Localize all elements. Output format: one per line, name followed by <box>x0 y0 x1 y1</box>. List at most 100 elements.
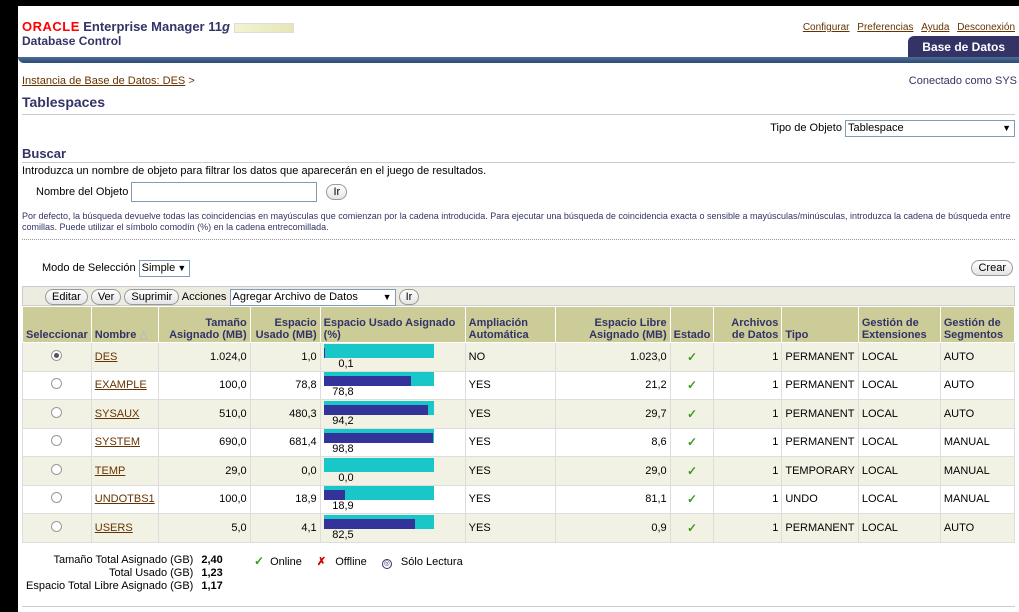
breadcrumb-instance-link[interactable]: Instancia de Base de Datos: DES <box>22 75 185 87</box>
link-ayuda[interactable]: Ayuda <box>921 22 949 33</box>
row-status: ✓ <box>669 484 715 514</box>
row-used: 1,0 <box>249 342 321 372</box>
row-type: TEMPORARY <box>781 456 859 486</box>
row-used-pct: 98,8 <box>319 427 466 457</box>
files-value: 1 <box>772 464 779 477</box>
row-select[interactable] <box>22 484 92 514</box>
row-autoext: YES <box>464 370 556 400</box>
tablespace-link[interactable]: DES <box>95 351 118 363</box>
row-free: 29,0 <box>554 456 671 486</box>
tablespace-link[interactable]: TEMP <box>95 465 126 477</box>
free-value: 81,1 <box>645 493 667 506</box>
row-name[interactable]: UNDOTBS1 <box>90 484 159 514</box>
object-name-row: Nombre del Objeto Ir <box>22 182 1015 204</box>
selection-mode-select[interactable]: Simple ▼ <box>138 260 191 277</box>
col-used: Espacio Usado (MB) <box>249 306 321 343</box>
files-value: 1 <box>772 493 779 506</box>
row-select[interactable] <box>22 342 92 372</box>
col-name[interactable]: Nombre △ <box>90 306 159 343</box>
select-radio[interactable] <box>51 435 63 447</box>
row-ext: LOCAL <box>857 370 941 400</box>
type-value: UNDO <box>785 493 818 506</box>
search-go-button[interactable]: Ir <box>326 184 348 200</box>
row-autoext: YES <box>464 513 556 543</box>
ext-value: LOCAL <box>861 379 898 392</box>
row-used: 0,0 <box>249 456 321 486</box>
total-value: 2,40 <box>201 554 223 566</box>
check-icon: ✓ <box>254 554 265 568</box>
type-value: PERMANENT <box>785 436 855 449</box>
select-radio[interactable] <box>51 349 63 361</box>
free-value: 21,2 <box>645 379 667 392</box>
link-configurar[interactable]: Configurar <box>803 22 850 33</box>
row-used-pct: 18,9 <box>319 484 466 514</box>
tab-base-de-datos[interactable]: Base de Datos <box>908 36 1019 58</box>
header-bar <box>18 57 1019 63</box>
view-button[interactable]: Ver <box>90 289 122 306</box>
tablespace-link[interactable]: EXAMPLE <box>95 379 147 391</box>
used-value: 18,9 <box>295 493 317 506</box>
legend-offline: Offline <box>335 556 367 568</box>
table-row: EXAMPLE 100,0 78,8 78,8 YES 21,2 ✓ 1 PERMANENT LO… <box>22 370 1016 400</box>
edit-button[interactable]: Editar <box>45 289 88 306</box>
link-desconexion[interactable]: Desconexión <box>957 22 1015 33</box>
alloc-value: 100,0 <box>219 379 247 392</box>
row-name[interactable]: SYSAUX <box>90 399 159 429</box>
link-preferencias[interactable]: Preferencias <box>857 22 913 33</box>
delete-button[interactable]: Suprimir <box>124 289 180 306</box>
select-radio[interactable] <box>51 492 63 504</box>
actions-go-button[interactable]: Ir <box>398 289 420 306</box>
row-used-pct: 82,5 <box>319 513 466 543</box>
row-free: 1.023,0 <box>554 342 671 372</box>
row-used: 681,4 <box>249 427 321 457</box>
col-ext: Gestión de Extensiones <box>857 306 941 343</box>
row-alloc: 100,0 <box>157 370 251 400</box>
table-row: UNDOTBS1 100,0 18,9 18,9 YES 81,1 ✓ 1 UNDO LOCAL M… <box>22 484 1016 514</box>
tablespace-link[interactable]: SYSAUX <box>95 408 140 420</box>
row-free: 0,9 <box>554 513 671 543</box>
usage-pct: 0,0 <box>338 471 354 484</box>
row-type: PERMANENT <box>781 513 859 543</box>
usage-bar <box>323 429 434 444</box>
select-radio[interactable] <box>51 406 63 418</box>
alloc-value: 690,0 <box>219 436 247 449</box>
actions-select[interactable]: Agregar Archivo de Datos ▼ <box>229 289 396 306</box>
tablespace-link[interactable]: SYSTEM <box>95 436 140 448</box>
tablespace-link[interactable]: USERS <box>95 522 133 534</box>
row-name[interactable]: SYSTEM <box>90 427 159 457</box>
row-select[interactable] <box>22 513 92 543</box>
row-select[interactable] <box>22 456 92 486</box>
object-name-input[interactable] <box>131 182 318 202</box>
select-radio[interactable] <box>51 463 63 475</box>
brand: ORACLE <box>22 19 80 34</box>
row-type: PERMANENT <box>781 342 859 372</box>
alloc-value: 29,0 <box>225 464 247 477</box>
create-button[interactable]: Crear <box>971 260 1013 276</box>
tablespace-link[interactable]: UNDOTBS1 <box>95 493 155 505</box>
search-help: Por defecto, la búsqueda devuelve todas … <box>22 211 1011 232</box>
row-name[interactable]: DES <box>90 342 159 372</box>
object-type-value: Tablespace <box>848 122 904 134</box>
total-label: Espacio Total Libre Asignado (GB) <box>26 580 194 592</box>
row-select[interactable] <box>22 427 92 457</box>
object-type-select[interactable]: Tablespace ▼ <box>845 120 1015 137</box>
usage-bar <box>323 514 434 529</box>
ext-value: LOCAL <box>861 407 898 420</box>
row-select[interactable] <box>22 370 92 400</box>
row-type: PERMANENT <box>781 399 859 429</box>
col-name-label: Nombre <box>94 329 137 341</box>
row-used: 78,8 <box>249 370 321 400</box>
row-status: ✓ <box>669 370 715 400</box>
selection-mode: Modo de Selección Simple ▼ <box>42 260 191 277</box>
connected-as: Conectado como SYS <box>908 75 1017 87</box>
search-title: Buscar <box>22 146 1015 163</box>
row-used-pct: 94,2 <box>319 399 466 429</box>
usage-bar <box>323 486 434 501</box>
select-radio[interactable] <box>51 378 63 390</box>
row-name[interactable]: TEMP <box>90 456 159 486</box>
select-radio[interactable] <box>51 520 63 532</box>
row-name[interactable]: EXAMPLE <box>90 370 159 400</box>
row-name[interactable]: USERS <box>90 513 159 543</box>
row-seg: MANUAL <box>939 456 1016 486</box>
row-select[interactable] <box>22 399 92 429</box>
